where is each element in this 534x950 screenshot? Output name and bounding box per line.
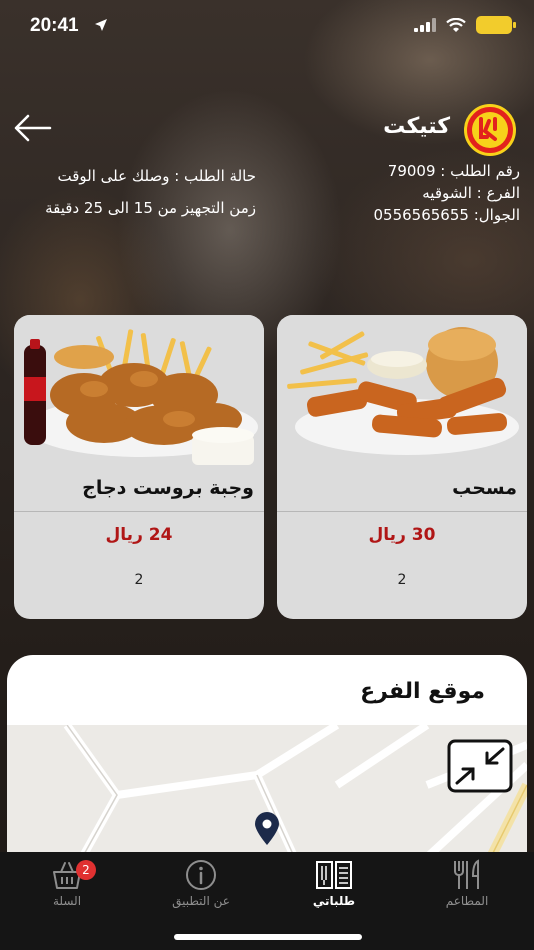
- tab-label: طلباتي: [312, 894, 356, 908]
- tab-label: عن التطبيق: [172, 894, 230, 908]
- cutlery-icon: [454, 859, 479, 889]
- status-indicators: [414, 16, 516, 34]
- tab-label: المطاعم: [445, 894, 489, 908]
- status-bar: 20:41: [0, 0, 534, 50]
- bottom-tab-bar: 2 السلة عن التطبيق طلباتي المطاعم: [0, 852, 534, 950]
- collapse-icon: [447, 739, 513, 793]
- order-item-card[interactable]: مسحب 30 ريال 2: [277, 315, 527, 619]
- phone-number: الجوال: 0556565655: [373, 206, 521, 224]
- tab-label: السلة: [52, 894, 82, 908]
- item-title: وجبة بروست دجاج: [82, 477, 254, 499]
- status-time: 20:41: [30, 15, 79, 36]
- branch-name: الفرع : الشوقيه: [422, 184, 520, 202]
- item-price: 24 ريال: [105, 525, 173, 545]
- signal-icon: [414, 18, 436, 32]
- order-item-card[interactable]: وجبة بروست دجاج 24 ريال 2: [14, 315, 264, 619]
- tab-restaurants[interactable]: المطاعم: [412, 858, 522, 918]
- chicken-strips-image: [277, 315, 527, 475]
- item-quantity: 2: [397, 572, 407, 588]
- order-number: رقم الطلب : 79009: [387, 162, 520, 180]
- order-status-block: حالة الطلب : وصلك على الوقت زمن التجهيز …: [6, 160, 256, 224]
- item-title: مسحب: [452, 477, 517, 499]
- menu-book-icon: [316, 861, 352, 889]
- map-pin-icon[interactable]: [253, 811, 281, 845]
- card-divider: [277, 511, 527, 512]
- tab-cart[interactable]: 2 السلة: [12, 858, 122, 918]
- card-divider: [14, 511, 264, 512]
- home-indicator[interactable]: [174, 934, 362, 940]
- collapse-map-button[interactable]: [447, 739, 513, 793]
- item-price: 30 ريال: [368, 525, 436, 545]
- order-status: حالة الطلب : وصلك على الوقت: [57, 167, 256, 185]
- restaurant-logo: [464, 104, 516, 156]
- map-title: موقع الفرع: [360, 679, 485, 704]
- location-arrow-icon: [95, 19, 107, 31]
- tab-my-orders[interactable]: طلباتي: [279, 858, 389, 918]
- logo-mark-icon: [479, 117, 497, 141]
- cart-count-badge: 2: [76, 860, 96, 880]
- arrow-left-icon: [14, 114, 52, 142]
- kentucky-logo-icon: [472, 112, 508, 148]
- info-icon: [186, 860, 216, 890]
- tab-about[interactable]: عن التطبيق: [146, 858, 256, 918]
- order-details: رقم الطلب : 79009 الفرع : الشوقيه الجوال…: [300, 160, 521, 226]
- back-button[interactable]: [12, 112, 52, 144]
- restaurant-name: كتيكت: [383, 114, 450, 139]
- battery-icon: [476, 16, 516, 34]
- branch-location-panel: موقع الفرع 4305: [7, 655, 527, 885]
- prep-time: زمن التجهيز من 15 الى 25 دقيقة: [45, 199, 256, 217]
- fried-chicken-meal-image: [14, 315, 264, 475]
- wifi-icon: [446, 17, 466, 32]
- item-quantity: 2: [134, 572, 144, 588]
